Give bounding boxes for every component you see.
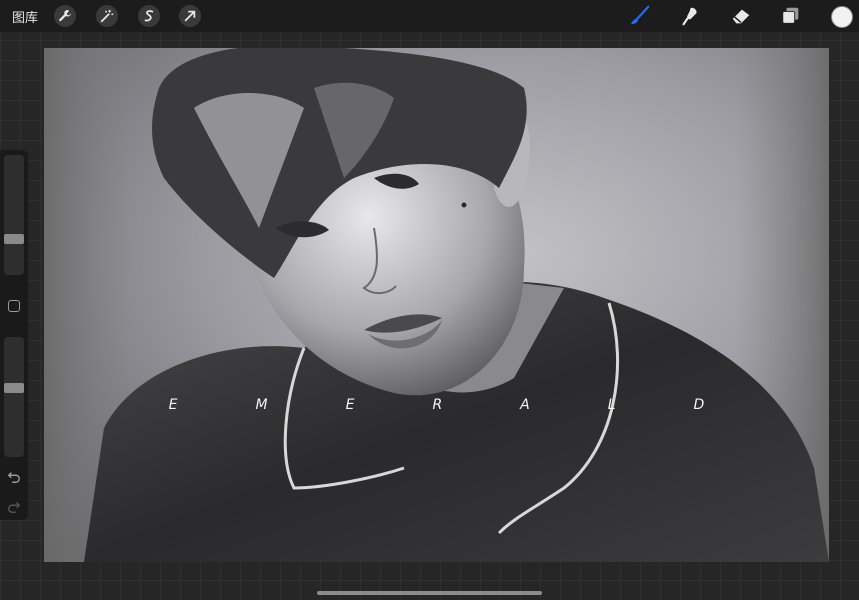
wrench-icon — [59, 9, 72, 22]
layers-button[interactable] — [779, 4, 803, 28]
brush-size-thumb[interactable] — [4, 234, 24, 245]
home-indicator — [317, 591, 542, 595]
portrait-artwork — [44, 48, 829, 562]
magic-wand-icon — [100, 9, 114, 23]
opacity-thumb[interactable] — [4, 383, 24, 394]
actions-button[interactable] — [54, 5, 76, 27]
transform-button[interactable] — [179, 5, 201, 27]
top-toolbar: 图库 — [0, 0, 859, 32]
drawing-canvas[interactable]: EMERALD — [44, 48, 829, 562]
artwork-caption: EMERALD — [168, 397, 783, 413]
brush-icon — [630, 5, 650, 25]
undo-button[interactable] — [6, 469, 22, 485]
layers-icon — [782, 7, 799, 24]
modify-button[interactable] — [8, 300, 20, 312]
adjustments-button[interactable] — [96, 5, 118, 27]
transform-arrow-icon — [184, 10, 196, 22]
eraser-tool-button[interactable] — [729, 4, 753, 28]
selection-button[interactable] — [138, 5, 160, 27]
sidebar — [0, 150, 28, 520]
brush-tool-button[interactable] — [628, 4, 652, 28]
smudge-icon — [682, 7, 697, 26]
selection-icon — [144, 10, 154, 22]
opacity-slider[interactable] — [4, 337, 24, 457]
eraser-icon — [732, 9, 750, 24]
redo-icon — [8, 502, 21, 513]
undo-icon — [7, 472, 20, 483]
brush-size-slider[interactable] — [4, 155, 24, 275]
smudge-tool-button[interactable] — [678, 4, 702, 28]
color-picker-button[interactable] — [831, 6, 853, 28]
gallery-button[interactable]: 图库 — [12, 7, 38, 26]
redo-button[interactable] — [6, 499, 22, 515]
